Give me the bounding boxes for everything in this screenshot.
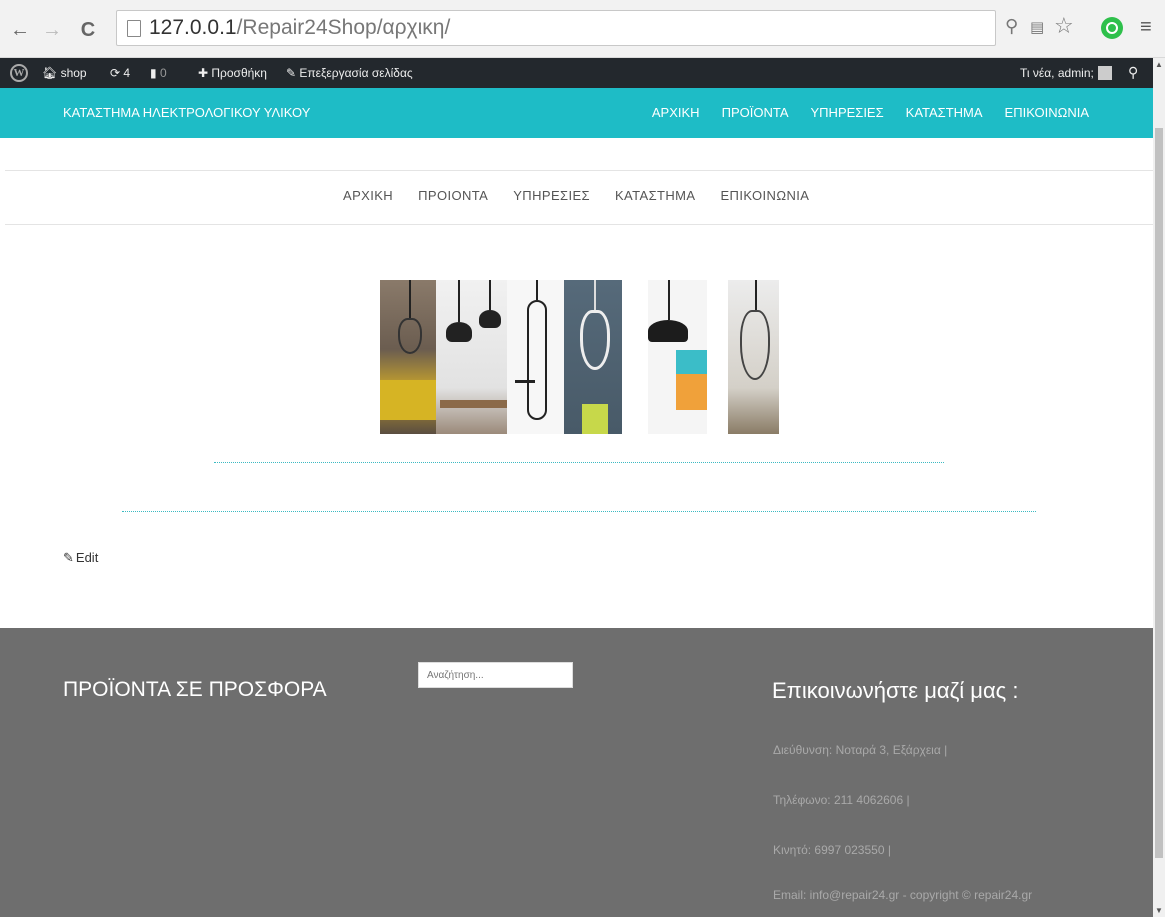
wordpress-icon[interactable]: W — [10, 64, 28, 82]
admin-edit-page-link[interactable]: ✎ Επεξεργασία σελίδας — [286, 66, 413, 80]
contact-title: Επικοινωνήστε μαζί μας : — [772, 678, 1019, 703]
contact-address: Διεύθυνση: Νοταρά 3, Εξάρχεια | — [773, 743, 948, 757]
secondary-nav-item-products[interactable]: ΠΡΟΙΟΝΤΑ — [418, 188, 488, 203]
lamps-banner-image — [380, 280, 780, 434]
dotted-separator-1 — [214, 462, 944, 463]
scroll-down-icon[interactable]: ▼ — [1155, 906, 1163, 915]
site-title[interactable]: ΚΑΤΑΣΤΗΜΑ ΗΛΕΚΤΡΟΛΟΓΙΚΟΥ ΥΛΙΚΟΥ — [63, 105, 310, 120]
scroll-up-icon[interactable]: ▲ — [1155, 60, 1163, 69]
contact-phone: Τηλέφωνο: 211 4062606 | — [773, 793, 910, 807]
site-footer: ΠΡΟΪΟΝΤΑ ΣΕ ΠΡΟΣΦΟΡΑ Επικοινωνήστε μαζί … — [0, 628, 1153, 917]
offers-title: ΠΡΟΪΟΝΤΑ ΣΕ ΠΡΟΣΦΟΡΑ — [63, 678, 327, 701]
secondary-nav-bar: ΑΡΧΙΚΗ ΠΡΟΙΟΝΤΑ ΥΠΗΡΕΣΙΕΣ ΚΑΤΑΣΤΗΜΑ ΕΠΙΚ… — [5, 170, 1153, 225]
dotted-separator-2 — [122, 511, 1036, 512]
banner-panel-6 — [727, 280, 780, 434]
admin-account-link[interactable]: Τι νέα, admin; — [1020, 66, 1112, 80]
nav-item-contact[interactable]: ΕΠΙΚΟΙΝΩΝΙΑ — [1005, 105, 1089, 120]
nav-item-products[interactable]: ΠΡΟΪΟΝΤΑ — [722, 105, 789, 120]
admin-search-icon[interactable]: ⚲ — [1128, 64, 1138, 81]
wp-admin-bar: W 🏠︎ shop ⟳ 4 ▮ 0 ✚ Προσθήκη ✎ Επεξεργασ… — [0, 58, 1153, 88]
address-bar[interactable]: 127.0.0.1/Repair24Shop/αρχικη/ — [116, 10, 996, 46]
zoom-icon[interactable]: ⚲ — [1005, 16, 1018, 37]
admin-updates-link[interactable]: ⟳ 4 — [110, 66, 130, 80]
reload-icon[interactable]: C — [76, 18, 100, 42]
primary-nav: ΑΡΧΙΚΗ ΠΡΟΪΟΝΤΑ ΥΠΗΡΕΣΙΕΣ ΚΑΤΑΣΤΗΜΑ ΕΠΙΚ… — [652, 105, 1089, 120]
banner-panel-2 — [436, 280, 508, 434]
forward-arrow-icon[interactable]: → — [40, 18, 64, 42]
secondary-nav-item-services[interactable]: ΥΠΗΡΕΣΙΕΣ — [513, 188, 590, 203]
page-icon — [127, 20, 141, 37]
back-arrow-icon[interactable]: ← — [8, 18, 32, 42]
banner-panel-5 — [647, 280, 707, 434]
star-icon[interactable]: ☆ — [1054, 13, 1074, 39]
banner-panel-4 — [563, 280, 622, 434]
contact-mobile: Κινητό: 6997 023550 | — [773, 843, 891, 857]
url-text[interactable]: 127.0.0.1/Repair24Shop/αρχικη/ — [149, 16, 450, 40]
secondary-nav-item-home[interactable]: ΑΡΧΙΚΗ — [343, 188, 393, 203]
nav-item-services[interactable]: ΥΠΗΡΕΣΙΕΣ — [811, 105, 884, 120]
edit-icon: ✎ — [63, 550, 74, 565]
secondary-nav-item-contact[interactable]: ΕΠΙΚΟΙΝΩΝΙΑ — [720, 188, 809, 203]
page-scrollbar[interactable]: ▲ ▼ — [1153, 58, 1165, 917]
banner-panel-3 — [507, 280, 564, 434]
secondary-nav: ΑΡΧΙΚΗ ΠΡΟΙΟΝΤΑ ΥΠΗΡΕΣΙΕΣ ΚΑΤΑΣΤΗΜΑ ΕΠΙΚ… — [343, 188, 809, 203]
secondary-nav-item-store[interactable]: ΚΑΤΑΣΤΗΜΑ — [615, 188, 696, 203]
scroll-thumb[interactable] — [1155, 128, 1163, 858]
avatar — [1097, 66, 1112, 80]
banner-gap — [621, 280, 648, 434]
browser-toolbar: ← → C 127.0.0.1/Repair24Shop/αρχικη/ ⚲ ▤… — [0, 0, 1165, 58]
search-input[interactable] — [418, 662, 573, 688]
extension-icon[interactable] — [1101, 17, 1123, 39]
edit-link[interactable]: ✎ Edit — [63, 550, 98, 566]
nav-item-store[interactable]: ΚΑΤΑΣΤΗΜΑ — [906, 105, 983, 120]
translate-icon[interactable]: ▤ — [1030, 18, 1044, 36]
site-header: ΚΑΤΑΣΤΗΜΑ ΗΛΕΚΤΡΟΛΟΓΙΚΟΥ ΥΛΙΚΟΥ ΑΡΧΙΚΗ Π… — [0, 88, 1153, 138]
admin-site-link[interactable]: 🏠︎ shop — [42, 66, 87, 80]
admin-new-link[interactable]: ✚ Προσθήκη — [198, 66, 267, 80]
nav-item-home[interactable]: ΑΡΧΙΚΗ — [652, 105, 700, 120]
banner-gap-2 — [706, 280, 728, 434]
banner-panel-1 — [380, 280, 437, 434]
contact-email: Email: info@repair24.gr - copyright © re… — [773, 888, 1033, 902]
menu-icon[interactable]: ≡ — [1140, 16, 1152, 39]
admin-comments-link[interactable]: ▮ 0 — [150, 66, 167, 80]
